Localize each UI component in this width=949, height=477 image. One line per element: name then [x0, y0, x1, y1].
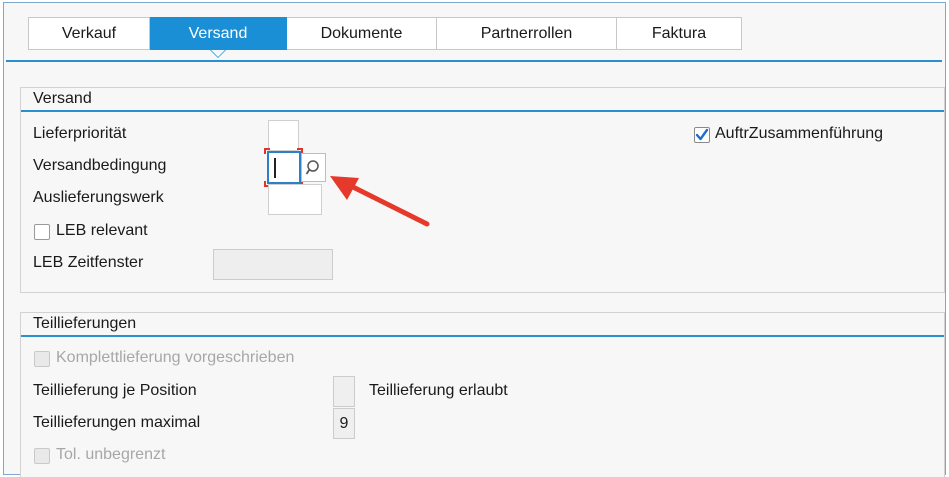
- label-leb-zeitfenster: LEB Zeitfenster: [33, 254, 144, 271]
- auftrzusammenfuehrung-checkbox[interactable]: [694, 127, 710, 143]
- label-leb-relevant: LEB relevant: [56, 222, 148, 239]
- tab-strip: Verkauf Versand Dokumente Partnerrollen …: [28, 17, 742, 58]
- focus-corner-tl: [264, 148, 270, 154]
- komplettlieferung-checkbox: [34, 351, 50, 367]
- label-tol-unbegrenzt: Tol. unbegrenzt: [56, 446, 166, 463]
- tab-partnerrollen[interactable]: Partnerrollen: [437, 17, 617, 50]
- teillieferungen-maximal-input[interactable]: 9: [333, 408, 355, 439]
- tab-faktura[interactable]: Faktura: [617, 17, 742, 50]
- search-icon: [305, 159, 319, 174]
- checkmark-icon: [695, 128, 709, 141]
- label-komplettlieferung: Komplettlieferung vorgeschrieben: [56, 349, 295, 366]
- tab-dokumente[interactable]: Dokumente: [287, 17, 437, 50]
- leb-zeitfenster-input: [213, 249, 333, 280]
- value-help-button[interactable]: [301, 153, 326, 182]
- tab-versand[interactable]: Versand: [150, 17, 287, 58]
- label-lieferprioritaet: Lieferpriorität: [33, 125, 127, 142]
- label-teillieferung-je-position: Teillieferung je Position: [33, 382, 197, 399]
- label-auftrzusammenfuehrung: AuftrZusammenführung: [715, 125, 884, 142]
- teillieferung-je-position-input[interactable]: [333, 376, 355, 407]
- label-auslieferungswerk: Auslieferungswerk: [33, 189, 164, 206]
- leb-relevant-checkbox[interactable]: [34, 224, 50, 240]
- lieferprioritaet-input[interactable]: [268, 120, 299, 151]
- label-teillieferung-erlaubt: Teillieferung erlaubt: [369, 382, 508, 399]
- tab-verkauf[interactable]: Verkauf: [28, 17, 150, 50]
- text-caret: [274, 158, 276, 178]
- label-versandbedingung: Versandbedingung: [33, 157, 167, 174]
- red-arrow-annotation: [330, 176, 430, 227]
- versandbedingung-input[interactable]: [267, 151, 301, 184]
- group-versand-title: Versand: [21, 88, 944, 112]
- tab-underline: [6, 60, 942, 62]
- tol-unbegrenzt-checkbox: [34, 448, 50, 464]
- auslieferungswerk-input[interactable]: [268, 184, 322, 215]
- group-teillieferungen-title: Teillieferungen: [21, 313, 944, 337]
- label-teillieferungen-maximal: Teillieferungen maximal: [33, 414, 201, 431]
